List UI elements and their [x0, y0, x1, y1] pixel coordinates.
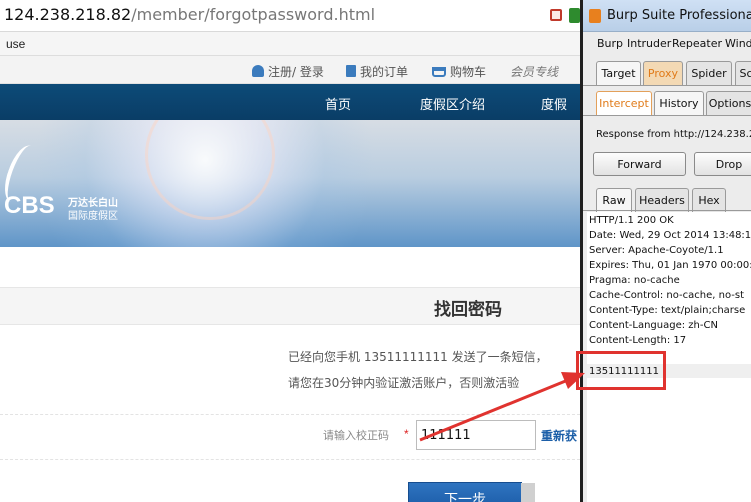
tab-separator — [583, 85, 751, 86]
response-from-label: Response from http://124.238.218 — [596, 129, 751, 140]
browser-window: 124.238.218.82/member/forgotpassword.htm… — [0, 0, 580, 502]
sms-message-line1: 已经向您手机 13511111111 发送了一条短信， — [288, 350, 548, 364]
addon-icons — [547, 8, 580, 24]
tab-spider[interactable]: Spider — [686, 61, 732, 85]
page-content: 找回密码 已经向您手机 13511111111 发送了一条短信， 请您在30分钟… — [0, 247, 580, 502]
site-logo[interactable]: CBS 万达长白山 国际度假区 — [0, 138, 150, 228]
required-mark: * — [404, 427, 409, 441]
header-line: Content-Language: zh-CN — [589, 320, 718, 331]
burp-main-tabs: Target Proxy Spider Sc — [583, 56, 751, 86]
header-line: Content-Type: text/plain;charse — [589, 305, 746, 316]
header-line: Cache-Control: no-cache, no-st — [589, 290, 745, 301]
resend-code-link[interactable]: 重新获 — [541, 427, 577, 444]
header-line: Expires: Thu, 01 Jan 1970 00:00:0 — [589, 260, 751, 271]
nav-resort-intro[interactable]: 度假区介绍 — [420, 94, 485, 113]
burp-menu-bar: Burp Intruder Repeater Windo — [583, 33, 751, 55]
proxy-subtabs: Intercept History Options — [583, 88, 751, 116]
logo-brand: CBS — [4, 192, 55, 219]
tab-target[interactable]: Target — [596, 61, 641, 85]
header-line: Pragma: no-cache — [589, 275, 680, 286]
document-icon — [346, 65, 356, 77]
code-label: 请输入校正码 — [323, 429, 389, 442]
url-path: /member/forgotpassword.html — [131, 5, 376, 24]
menu-intruder[interactable]: Intruder — [627, 37, 671, 50]
site-top-bar: 注册/ 登录 我的订单 购物车 会员专线 — [0, 56, 580, 84]
addon-red-icon[interactable] — [550, 9, 562, 21]
addon-green-icon[interactable] — [569, 8, 580, 23]
vip-hotline: 会员专线 — [510, 65, 559, 79]
highlight-box — [576, 351, 666, 390]
tab-intercept[interactable]: Intercept — [596, 91, 652, 115]
tab-history[interactable]: History — [654, 91, 704, 115]
hero-banner: CBS 万达长白山 国际度假区 — [0, 120, 580, 247]
tab-raw[interactable]: Raw — [596, 188, 632, 212]
divider — [0, 459, 580, 460]
url-text[interactable]: 124.238.218.82/member/forgotpassword.htm… — [4, 5, 375, 24]
button-shadow — [521, 483, 535, 502]
cart-icon — [432, 67, 446, 77]
burp-logo-icon — [589, 9, 601, 23]
burp-suite-window: Burp Suite Professional v1 Burp Intruder… — [580, 0, 751, 502]
burp-title-bar[interactable]: Burp Suite Professional v1 — [583, 0, 751, 32]
header-line: Date: Wed, 29 Oct 2014 13:48:17 — [589, 230, 751, 241]
login-link[interactable]: 注册/ 登录 — [252, 63, 324, 80]
nav-home[interactable]: 首页 — [325, 94, 351, 113]
cart-label: 购物车 — [450, 65, 487, 79]
divider — [0, 414, 580, 415]
header-line: Content-Length: 17 — [589, 335, 687, 346]
sun-flare — [145, 120, 275, 220]
header-line: Server: Apache-Coyote/1.1 — [589, 245, 724, 256]
menu-repeater[interactable]: Repeater — [672, 37, 722, 50]
cart-link[interactable]: 购物车 — [432, 63, 486, 80]
nav-resort-more[interactable]: 度假 — [541, 94, 567, 113]
user-icon — [252, 65, 264, 77]
login-label: 注册/ 登录 — [268, 65, 324, 79]
page-title: 找回密码 — [434, 300, 502, 320]
tab-headers[interactable]: Headers — [635, 188, 689, 212]
drop-button[interactable]: Drop — [694, 152, 751, 176]
tab-scanner[interactable]: Sc — [735, 61, 751, 85]
main-nav: 首页 度假区介绍 度假 — [0, 84, 580, 120]
message-view-tabs: Raw Headers Hex — [583, 186, 751, 212]
header-line: HTTP/1.1 200 OK — [589, 215, 674, 226]
sms-message-line2: 请您在30分钟内验证激活账户，否则激活验 — [288, 376, 520, 390]
bookmark-item[interactable]: use — [6, 37, 25, 51]
url-host: 124.238.218.82 — [4, 5, 132, 24]
verification-code-input[interactable] — [416, 420, 536, 450]
address-bar[interactable]: 124.238.218.82/member/forgotpassword.htm… — [0, 0, 580, 32]
orders-link[interactable]: 我的订单 — [346, 63, 408, 80]
burp-window-title: Burp Suite Professional v1 — [607, 8, 751, 23]
logo-cn-line2: 国际度假区 — [68, 211, 118, 222]
tab-separator — [583, 210, 751, 211]
tab-proxy[interactable]: Proxy — [643, 61, 683, 85]
tab-options[interactable]: Options — [706, 91, 751, 115]
next-step-button[interactable]: 下一步 — [408, 482, 522, 502]
bookmarks-bar: use — [0, 32, 580, 56]
tab-hex[interactable]: Hex — [692, 188, 726, 212]
orders-label: 我的订单 — [360, 65, 409, 79]
tab-separator — [583, 115, 751, 116]
menu-window[interactable]: Windo — [725, 37, 751, 50]
menu-burp[interactable]: Burp — [597, 37, 623, 50]
forward-button[interactable]: Forward — [593, 152, 686, 176]
